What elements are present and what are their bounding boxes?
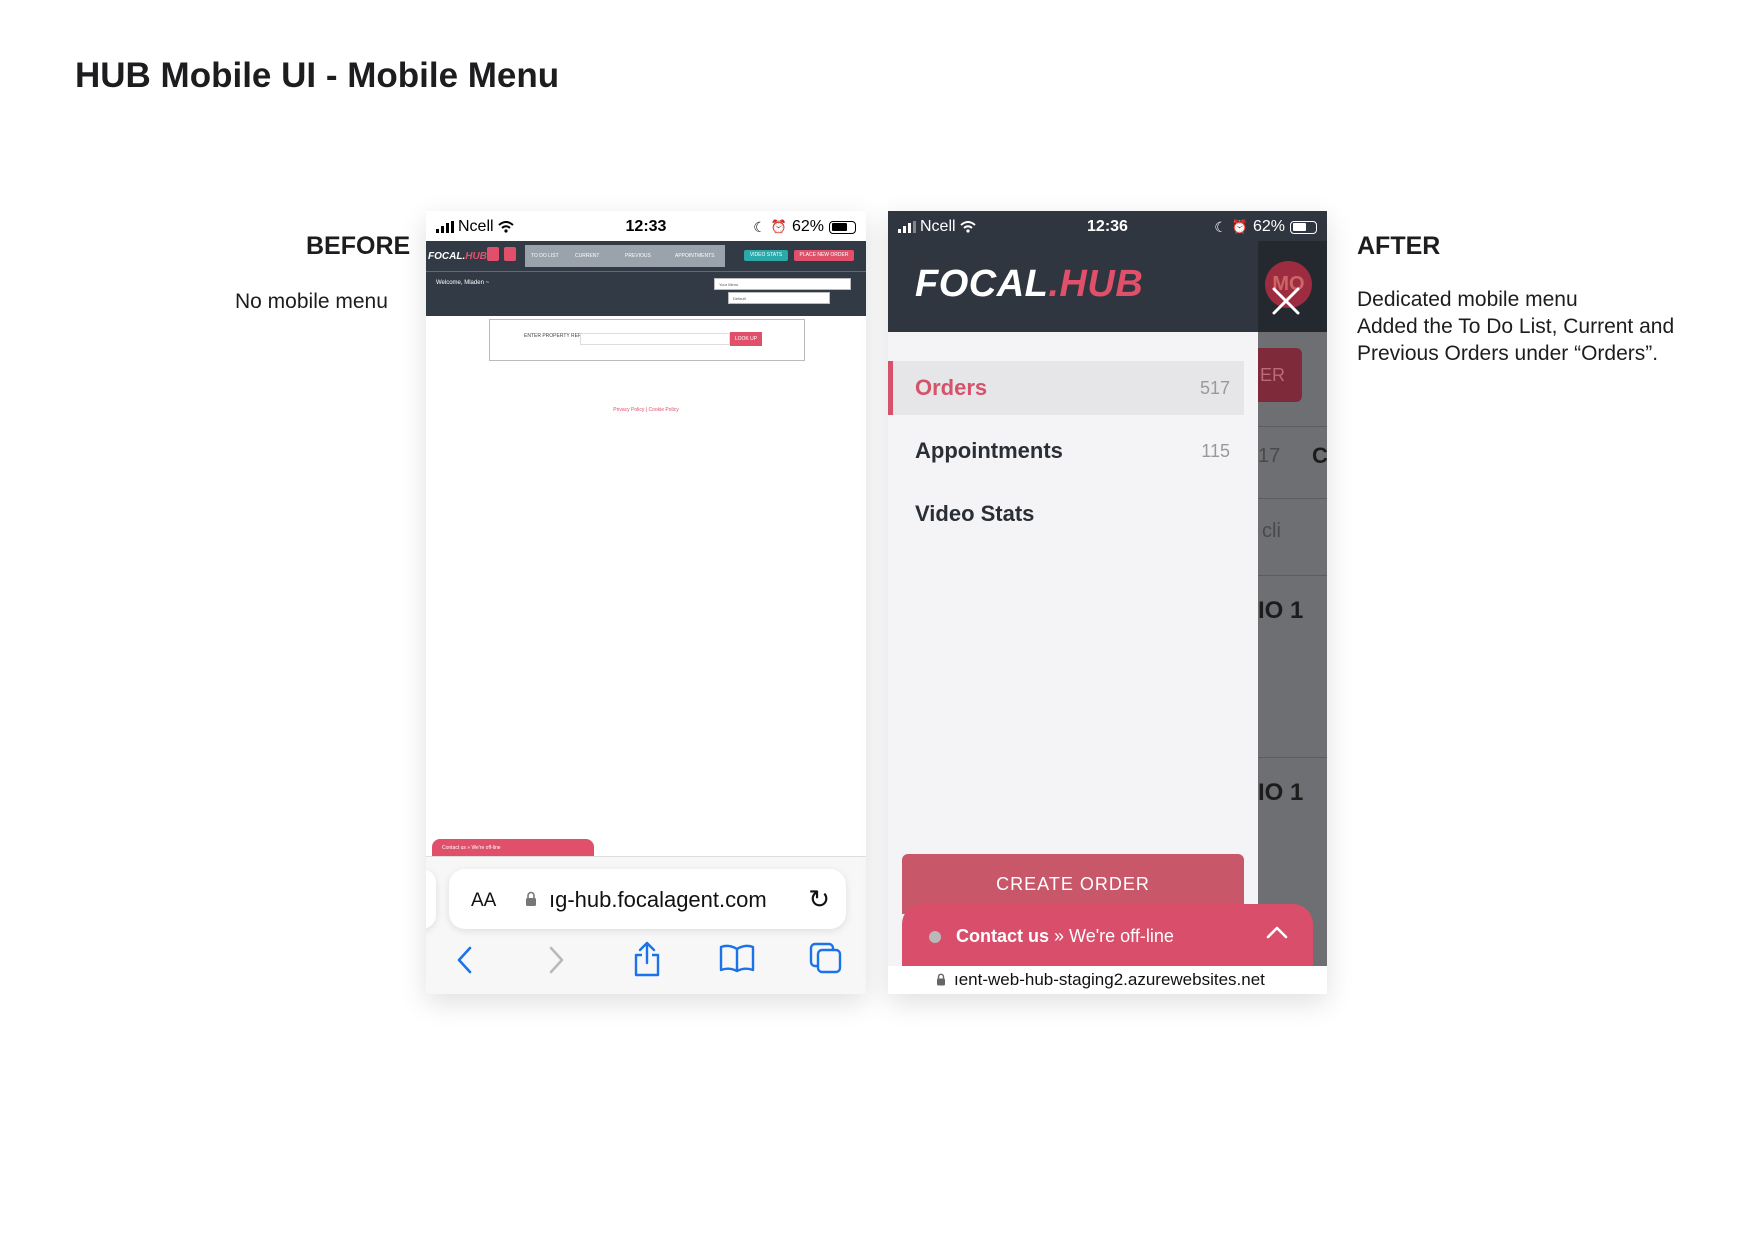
menu-item-count: 115 (1201, 441, 1230, 461)
property-ref-input[interactable] (580, 333, 730, 345)
page-title: HUB Mobile UI - Mobile Menu (75, 56, 560, 95)
tab-todo[interactable]: TO DO LIST (531, 253, 559, 259)
tabs-icon[interactable] (809, 942, 843, 974)
policy-links[interactable]: Privacy Policy | Cookie Policy (426, 407, 866, 413)
property-ref-label: ENTER PROPERTY REF (524, 333, 582, 339)
after-heading: AFTER (1357, 232, 1441, 260)
tab-previous[interactable]: PREVIOUS (625, 253, 651, 259)
bg-divider (1258, 575, 1327, 576)
bg-row-fragment: IO 1 (1258, 779, 1304, 806)
lock-icon (937, 973, 945, 986)
logo[interactable]: FOCAL.HUB (915, 263, 1143, 306)
menu-item-video-stats[interactable]: Video Stats (888, 487, 1244, 541)
menu-item-label: Video Stats (915, 501, 1035, 526)
chevron-up-icon[interactable] (1265, 924, 1289, 940)
bg-button-fragment: ER (1258, 348, 1302, 402)
reload-icon[interactable]: ↻ (808, 884, 830, 915)
bg-divider (1258, 757, 1327, 758)
menu-item-label: Orders (915, 375, 988, 400)
safari-toolbar: AA ıg-hub.focalagent.com ↻ (426, 856, 866, 994)
desktop-navbar: FOCAL.HUB TO DO LIST CURRENT PREVIOUS AP… (426, 241, 866, 271)
share-icon[interactable] (633, 941, 661, 977)
menu-select[interactable]: Your Menu (714, 278, 851, 290)
contact-separator: » (1049, 926, 1070, 946)
reader-aa-button[interactable]: AA (471, 890, 496, 912)
logo-main: FOCAL (915, 263, 1049, 305)
after-caption: Dedicated mobile menu Added the To Do Li… (1357, 286, 1674, 367)
tab-current[interactable]: CURRENT (575, 253, 599, 259)
after-caption-line: Previous Orders under “Orders”. (1357, 342, 1659, 365)
welcome-bar: Welcome, Mladen ~ Your Menu Default (426, 271, 866, 316)
before-caption: No mobile menu (235, 290, 388, 313)
back-icon[interactable] (456, 945, 474, 975)
view-select[interactable]: Default (728, 292, 830, 304)
status-bar: Ncell 12:33 ☾ ⏰ 62% (426, 211, 866, 241)
logo[interactable]: FOCAL.HUB (428, 251, 487, 262)
after-caption-line: Added the To Do List, Current and (1357, 315, 1675, 338)
bookmarks-icon[interactable] (719, 943, 755, 973)
url-text[interactable]: ıent-web-hub-staging2.azurewebsites.net (954, 970, 1265, 990)
logo-accent: HUB (465, 251, 487, 262)
search-icon[interactable] (487, 247, 499, 261)
property-lookup-form: ENTER PROPERTY REF LOOK UP (489, 319, 805, 361)
contact-status: We're off-line (1069, 926, 1174, 946)
menu-item-orders[interactable]: Orders 517 (888, 361, 1244, 415)
chat-widget[interactable]: Contact us » We're off-line (432, 839, 594, 856)
bg-divider (1258, 498, 1327, 499)
lock-icon (526, 891, 536, 906)
alarm-icon: ⏰ (770, 219, 787, 234)
moon-icon: ☾ (753, 218, 766, 235)
safari-url-bar[interactable]: ıent-web-hub-staging2.azurewebsites.net (888, 966, 1327, 994)
bg-count-fragment: 17 (1258, 445, 1281, 467)
contact-label: Contact us (956, 926, 1050, 946)
logo-accent: .HUB (1048, 263, 1144, 305)
menu-icon[interactable] (504, 247, 516, 261)
lookup-button[interactable]: LOOK UP (730, 332, 762, 346)
menu-item-label: Appointments (915, 438, 1063, 463)
battery-percent: 62% (791, 218, 824, 235)
bg-text-fragment: cli (1262, 520, 1281, 542)
close-icon[interactable] (1260, 275, 1312, 327)
alarm-icon: ⏰ (1231, 219, 1248, 234)
previous-tab-edge[interactable] (426, 869, 436, 929)
contact-chat-widget[interactable]: Contact us » We're off-line (902, 904, 1313, 966)
offline-status-dot (929, 931, 941, 943)
after-caption-line: Dedicated mobile menu (1357, 288, 1578, 311)
video-stats-button[interactable]: VIDEO STATS (744, 250, 788, 261)
place-order-button[interactable]: PLACE NEW ORDER (794, 250, 854, 261)
status-right: ☾ ⏰ 62% (1214, 218, 1317, 236)
moon-icon: ☾ (1214, 218, 1227, 235)
battery-icon (1290, 220, 1317, 234)
welcome-text: Welcome, Mladen ~ (436, 280, 490, 286)
nav-tabs: TO DO LIST CURRENT PREVIOUS APPOINTMENTS (525, 245, 725, 267)
menu-item-appointments[interactable]: Appointments 115 (888, 424, 1244, 478)
menu-item-count: 517 (1199, 378, 1230, 398)
bg-letter-fragment: C (1312, 443, 1327, 468)
status-right: ☾ ⏰ 62% (753, 218, 856, 236)
bg-row-fragment: IO 1 (1258, 597, 1304, 624)
forward-icon[interactable] (547, 945, 565, 975)
logo-main: FOCAL. (428, 251, 466, 262)
tab-appointments[interactable]: APPOINTMENTS (675, 253, 714, 259)
after-phone-screenshot: Ncell 12:36 ☾ ⏰ 62% ER 17 C cli IO 1 IO … (888, 211, 1327, 994)
battery-icon (829, 220, 856, 234)
status-bar: Ncell 12:36 ☾ ⏰ 62% (888, 211, 1327, 241)
before-heading: BEFORE (306, 232, 411, 260)
url-text[interactable]: ıg-hub.focalagent.com (549, 887, 767, 913)
battery-percent: 62% (1252, 218, 1285, 235)
before-phone-screenshot: Ncell 12:33 ☾ ⏰ 62% FOCAL.HUB TO DO LIST… (426, 211, 866, 994)
address-bar[interactable]: AA ıg-hub.focalagent.com ↻ (449, 869, 846, 929)
contact-text: Contact us » We're off-line (956, 926, 1174, 947)
drawer-header: FOCAL.HUB (888, 241, 1258, 332)
bg-divider (1258, 426, 1327, 427)
